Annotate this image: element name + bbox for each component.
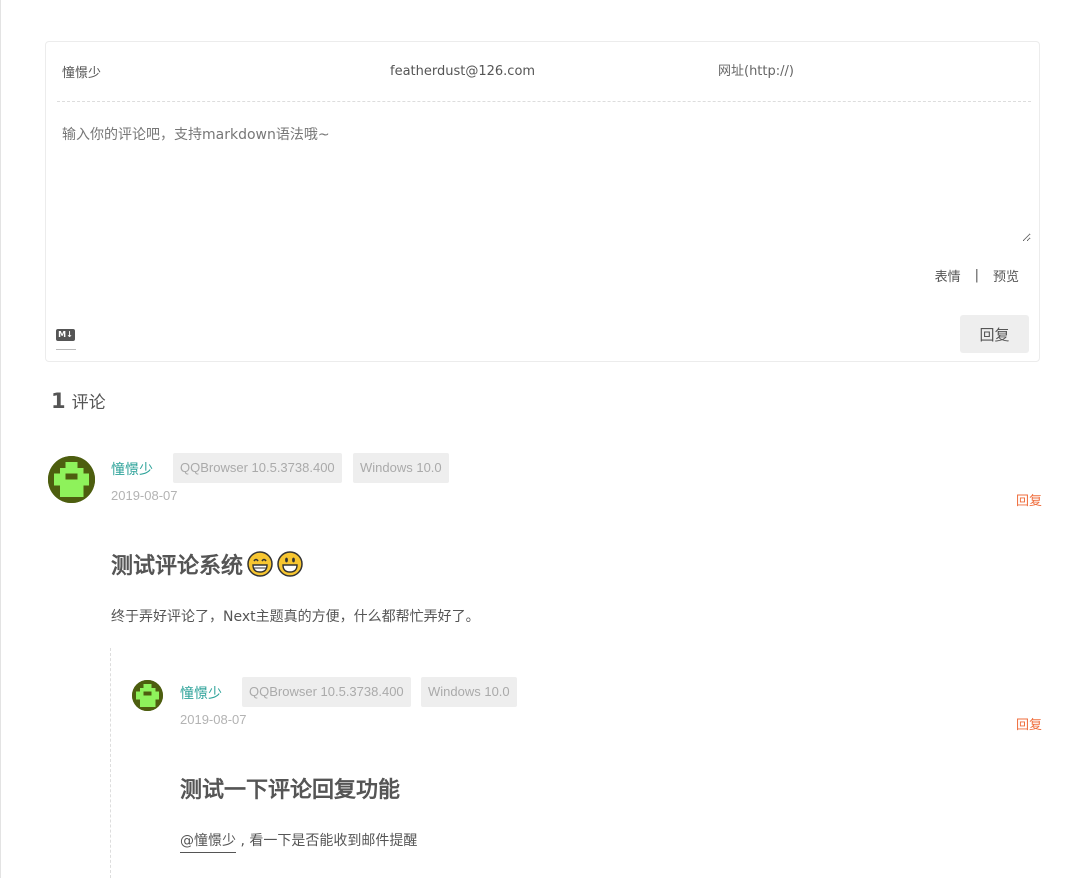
reply-body-text: , 看一下是否能收到邮件提醒 xyxy=(236,833,418,849)
comment-count: 1 评论 xyxy=(51,388,106,413)
avatar xyxy=(132,680,163,711)
comment-author[interactable]: 憧憬少 xyxy=(111,459,153,479)
preview-toggle[interactable]: 预览 xyxy=(993,266,1019,285)
comment-time: 2019-08-07 xyxy=(111,488,178,503)
markdown-icon[interactable]: M↓ xyxy=(56,329,75,341)
grinning-face-with-smiling-eyes-icon xyxy=(247,551,273,577)
comment-body: 终于弄好评论了，Next主题真的方便，什么都帮忙弄好了。 xyxy=(111,609,480,625)
mention-link[interactable]: @憧憬少 xyxy=(180,833,236,853)
reply-thread-line xyxy=(110,648,111,878)
comment-heading-text: 测试评论系统 xyxy=(111,554,244,579)
emoji-toggle[interactable]: 表情 xyxy=(935,266,961,285)
reply-heading-text: 测试一下评论回复功能 xyxy=(180,778,401,803)
markdown-underline xyxy=(56,349,76,350)
left-border xyxy=(0,0,1,878)
comment-textarea[interactable] xyxy=(57,114,1031,242)
website-input[interactable] xyxy=(713,56,1031,87)
reply-time: 2019-08-07 xyxy=(180,712,247,727)
email-input[interactable] xyxy=(385,56,703,87)
comment-count-number: 1 xyxy=(51,389,66,413)
avatar xyxy=(48,456,95,503)
comment-form: 表情 | 预览 M↓ 回复 xyxy=(45,41,1040,362)
comment-count-label: 评论 xyxy=(71,393,106,413)
identicon-icon xyxy=(48,456,95,503)
form-header xyxy=(57,42,1031,102)
os-tag: Windows 10.0 xyxy=(353,453,449,483)
reply-body: @憧憬少 , 看一下是否能收到邮件提醒 xyxy=(180,830,418,853)
identicon-icon xyxy=(132,680,163,711)
browser-tag: QQBrowser 10.5.3738.400 xyxy=(242,677,411,707)
reply-link[interactable]: 回复 xyxy=(1016,490,1042,509)
reply-author[interactable]: 憧憬少 xyxy=(180,683,222,703)
os-tag: Windows 10.0 xyxy=(421,677,517,707)
comment-heading: 测试评论系统 xyxy=(111,548,303,580)
browser-tag: QQBrowser 10.5.3738.400 xyxy=(173,453,342,483)
grinning-face-icon xyxy=(277,551,303,577)
reply-link[interactable]: 回复 xyxy=(1016,714,1042,733)
reply-heading: 测试一下评论回复功能 xyxy=(180,772,400,804)
nickname-input[interactable] xyxy=(57,56,375,87)
submit-reply-button[interactable]: 回复 xyxy=(960,315,1029,353)
form-controls: 表情 | 预览 xyxy=(935,266,1019,285)
separator: | xyxy=(974,268,979,283)
